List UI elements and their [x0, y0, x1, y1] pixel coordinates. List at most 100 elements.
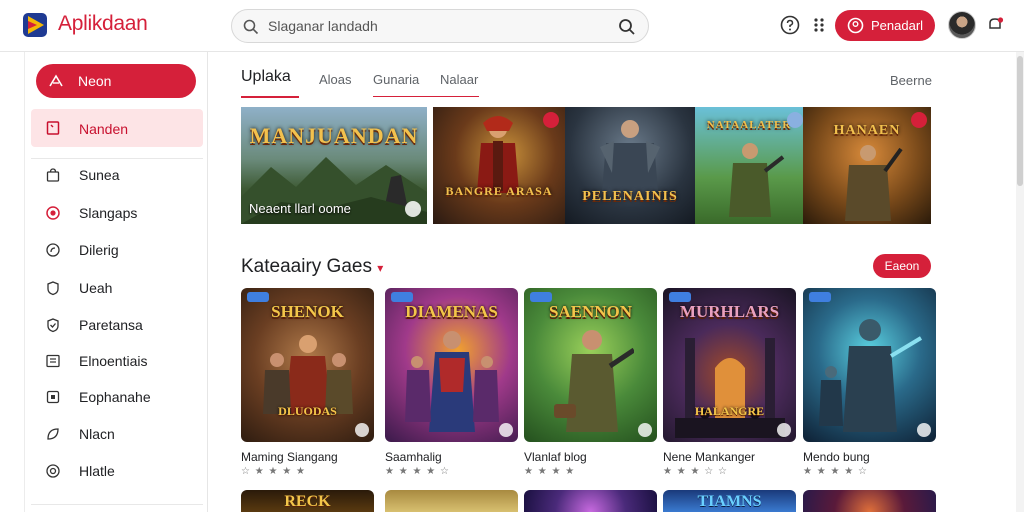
card-name[interactable]: Mendo bung	[803, 450, 870, 464]
sidebar-item-4[interactable]: Ueah	[31, 275, 203, 301]
help-icon[interactable]	[779, 14, 801, 36]
sidebar-item-label: Hlatle	[79, 463, 115, 479]
section-tabs: Uplaka Aloas Gunaria Nalaar	[241, 68, 931, 98]
tag-icon	[46, 243, 60, 257]
page-scrollbar[interactable]	[1016, 52, 1024, 512]
app-logo-icon[interactable]	[22, 12, 48, 38]
top-bar: Aplikdaan Penadarl	[0, 0, 1024, 52]
banner-slide-5[interactable]: HANAEN	[803, 107, 931, 224]
banner-slide-1[interactable]: MANJUANDAN Neaent llarl oome	[241, 107, 427, 224]
soldier-figure	[729, 143, 785, 217]
tab-nalaar[interactable]: Nalaar	[440, 72, 478, 102]
search-icon	[243, 19, 259, 35]
sidebar-item-label: Dilerig	[79, 242, 119, 258]
tab-label: Gunaria	[373, 72, 420, 87]
scrollbar-thumb[interactable]	[1017, 56, 1023, 186]
card-tag	[391, 292, 413, 302]
featured-banner[interactable]: MANJUANDAN Neaent llarl oome BANGRE ARAS…	[241, 107, 931, 224]
apps-grid-icon[interactable]	[808, 14, 830, 36]
bookmark-icon	[46, 121, 60, 135]
soldier-figure	[845, 145, 903, 221]
sidebar-item-6[interactable]: Elnoentiais	[31, 348, 203, 374]
check-shield-icon	[47, 318, 59, 333]
sidebar-item-3[interactable]: Dilerig	[31, 237, 203, 263]
game-card-10[interactable]	[803, 490, 936, 512]
tab-aloas[interactable]: Aloas	[319, 72, 352, 102]
search-bar[interactable]	[231, 9, 649, 43]
home-icon	[49, 74, 63, 87]
card-title-art: TIAMNS	[697, 493, 762, 510]
play-icon[interactable]	[499, 423, 513, 437]
card-title-art: MURHLARS	[679, 302, 780, 321]
shield-icon	[47, 281, 59, 296]
see-more-link[interactable]: Beerne	[890, 73, 932, 88]
target-icon	[46, 464, 60, 478]
search-submit-icon[interactable]	[618, 18, 636, 36]
sidebar-item-label: Paretansa	[79, 317, 143, 333]
card-tag	[669, 292, 691, 302]
sidebar-item-selected[interactable]: Nanden	[31, 109, 203, 147]
card-subtitle-art: DLUODAS	[278, 404, 337, 418]
play-icon[interactable]	[638, 423, 652, 437]
play-icon[interactable]	[405, 201, 421, 217]
card-name[interactable]: Nene Mankanger	[663, 450, 755, 464]
search-input[interactable]	[268, 15, 598, 37]
login-button[interactable]: Penadarl	[835, 10, 935, 41]
view-all-button[interactable]: Eaeon	[873, 254, 931, 278]
card-name[interactable]: Maming Siangang	[241, 450, 338, 464]
banner-slide-3[interactable]: PELENAINIS	[565, 107, 695, 224]
banner-slide-2[interactable]: BANGRE ARASA	[433, 107, 565, 224]
game-card-7[interactable]	[385, 490, 518, 512]
record-icon	[46, 206, 60, 220]
game-card-6[interactable]: RECK	[241, 490, 374, 512]
user-icon	[847, 17, 864, 34]
sidebar-item-2[interactable]: Slangaps	[31, 200, 203, 226]
sidebar-item-8[interactable]: Nlacn	[31, 421, 203, 447]
game-card-9[interactable]: TIAMNS	[663, 490, 796, 512]
play-icon[interactable]	[917, 423, 931, 437]
card-title-art: DIAMENAS	[405, 302, 498, 321]
category-heading: Kateaairy Gaes ▾	[241, 256, 383, 278]
game-card-5[interactable]	[803, 288, 936, 442]
sidebar-item-9[interactable]: Hlatle	[31, 458, 203, 484]
card-tag	[247, 292, 269, 302]
banner-caption: Neaent llarl oome	[249, 201, 351, 216]
game-card-8[interactable]	[524, 490, 657, 512]
list-icon	[46, 354, 60, 368]
sidebar-item-label: Sunea	[79, 167, 120, 183]
game-card-2[interactable]: DIAMENAS	[385, 288, 518, 442]
card-art	[803, 288, 936, 442]
sidebar-item-1[interactable]: Sunea	[31, 162, 203, 188]
card-name[interactable]: Saamhalig	[385, 450, 442, 464]
sidebar-divider	[31, 158, 203, 159]
notification-icon[interactable]	[984, 14, 1006, 36]
tab-uplaka[interactable]: Uplaka	[241, 68, 299, 98]
game-card-4[interactable]: MURHLARS HALANGRE	[663, 288, 796, 442]
banner-title: BANGRE ARASA	[445, 184, 553, 198]
card-rating: ★ ★ ★ ★ ☆	[803, 466, 868, 477]
card-name[interactable]: Vlanlaf blog	[524, 450, 587, 464]
card-rating: ★ ★ ★ ★	[524, 466, 576, 477]
sidebar-item-5[interactable]: Paretansa	[31, 312, 203, 338]
avatar[interactable]	[948, 11, 976, 39]
sidebar-item-label: Nlacn	[79, 426, 115, 442]
hall-interior-art	[675, 338, 785, 438]
badge-icon	[787, 112, 803, 128]
game-card-1[interactable]: SHENOK DLUODAS	[241, 288, 374, 442]
sidebar-item-label: Eophanahe	[79, 389, 151, 405]
badge-icon	[911, 112, 927, 128]
play-icon[interactable]	[355, 423, 369, 437]
sidebar-item-7[interactable]: Eophanahe	[31, 384, 203, 410]
tab-label: Uplaka	[241, 68, 291, 85]
sidebar-item-home[interactable]: Neon	[36, 64, 196, 98]
play-icon[interactable]	[777, 423, 791, 437]
bag-icon	[46, 168, 60, 182]
chevron-down-icon[interactable]: ▾	[377, 261, 383, 275]
card-rating: ★ ★ ★ ☆ ☆	[663, 466, 728, 477]
card-title-art: RECK	[284, 493, 331, 510]
game-card-3[interactable]: SAENNON	[524, 288, 657, 442]
card-title-art: SHENOK	[271, 302, 344, 321]
card-rating: ☆ ★ ★ ★ ★	[241, 466, 306, 477]
cyber-warrior-art	[819, 319, 923, 432]
banner-slide-4[interactable]: NATAALATER	[695, 107, 803, 224]
